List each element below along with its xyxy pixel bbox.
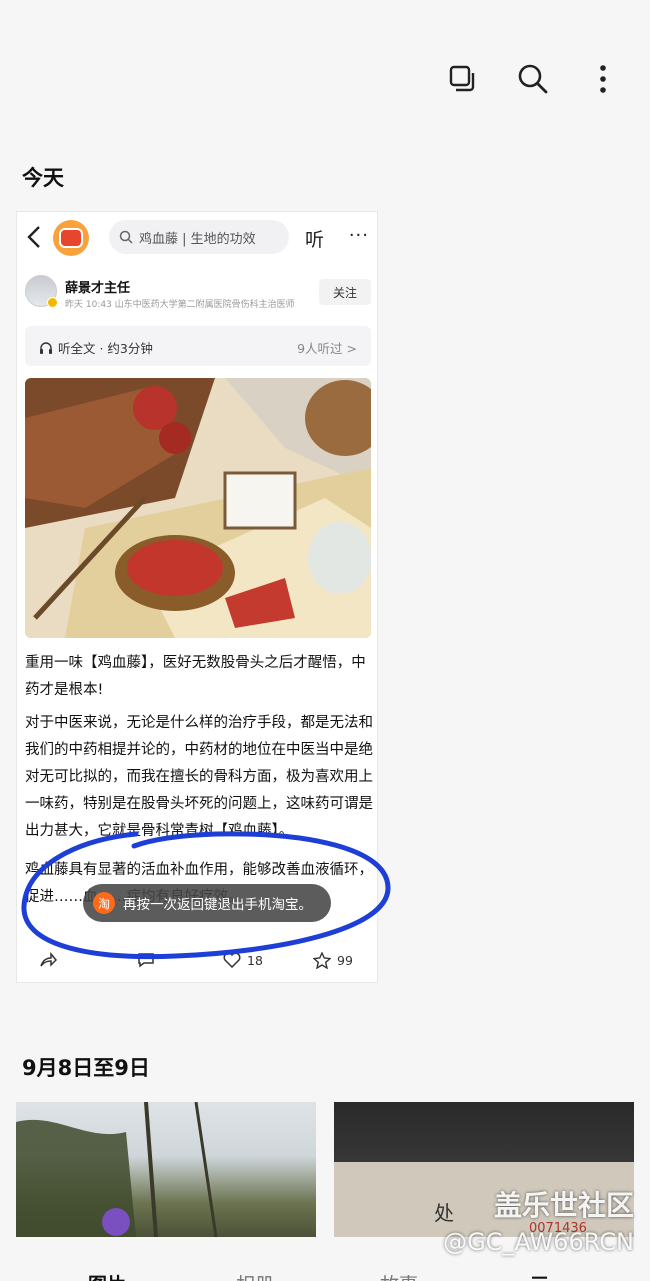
like-count: 18 xyxy=(247,952,263,968)
listen-full-bar[interactable]: 听全文 · 约3分钟 9人听过 > xyxy=(25,326,371,366)
star-icon xyxy=(313,952,331,969)
search-text: 鸡血藤 | 生地的功效 xyxy=(139,231,256,247)
search-icon[interactable] xyxy=(516,62,550,96)
photo-thumbnail-1[interactable] xyxy=(16,1102,316,1237)
star-count: 99 xyxy=(337,953,353,968)
like-button[interactable]: 18 xyxy=(223,952,263,968)
verified-badge-icon xyxy=(47,297,58,308)
watermark-handle: @GC_AW66RCN xyxy=(443,1228,634,1256)
bottom-tab-bar: 图片 相册 故事 三 xyxy=(0,1268,650,1281)
avatar[interactable] xyxy=(25,275,58,308)
back-arrow-icon[interactable] xyxy=(25,224,43,254)
follow-button[interactable]: 关注 xyxy=(319,279,371,305)
taobao-logo-icon: 淘 xyxy=(93,892,115,914)
listen-count: 9人听过 > xyxy=(297,341,357,356)
favorite-button[interactable]: 99 xyxy=(313,952,353,969)
screenshot-thumbnail[interactable]: 鸡血藤 | 生地的功效 听 ··· 薛景才主任 昨天 10:43 山东中医药大学… xyxy=(16,211,378,983)
article-header: 鸡血藤 | 生地的功效 听 ··· xyxy=(17,212,377,262)
tab-menu[interactable]: 三 xyxy=(530,1270,549,1281)
listen-button[interactable]: 听 xyxy=(305,225,324,252)
search-icon xyxy=(119,230,133,244)
toast-text: 再按一次返回键退出手机淘宝。 xyxy=(123,897,312,913)
article-image xyxy=(25,378,371,638)
watermark-title: 盖乐世社区 xyxy=(493,1189,634,1222)
tab-pictures[interactable]: 图片 xyxy=(88,1270,126,1281)
heart-icon xyxy=(223,952,241,968)
headphones-icon xyxy=(40,341,52,354)
top-action-bar xyxy=(446,62,620,96)
share-icon xyxy=(40,952,57,967)
more-vertical-icon[interactable] xyxy=(586,62,620,96)
select-copy-icon[interactable] xyxy=(446,62,480,96)
article-action-bar: 18 99 xyxy=(17,948,377,978)
app-logo-icon xyxy=(53,220,89,256)
search-input[interactable]: 鸡血藤 | 生地的功效 xyxy=(109,220,289,254)
author-meta: 昨天 10:43 山东中医药大学第二附属医院骨伤科主治医师 xyxy=(65,300,295,310)
article-paragraph-2: 对于中医来说，无论是什么样的治疗手段，都是无法和我们的中药相提并论的，中药材的地… xyxy=(25,715,373,839)
listen-full-label: 听全文 · 约3分钟 xyxy=(58,341,153,356)
tab-albums[interactable]: 相册 xyxy=(236,1270,274,1281)
more-horizontal-icon[interactable]: ··· xyxy=(349,225,369,246)
author-name[interactable]: 薛景才主任 xyxy=(65,277,130,296)
article-paragraph-1: 重用一味【鸡血藤】，医好无数股骨头之后才醒悟，中药才是根本! xyxy=(25,655,366,698)
author-row: 薛景才主任 昨天 10:43 山东中医药大学第二附属医院骨伤科主治医师 关注 xyxy=(25,275,371,311)
svg-text:处: 处 xyxy=(434,1201,454,1225)
section-title-today: 今天 xyxy=(22,166,64,190)
tab-stories[interactable]: 故事 xyxy=(380,1270,418,1281)
comment-button[interactable] xyxy=(137,952,155,968)
share-button[interactable] xyxy=(39,952,57,968)
exit-toast: 淘 再按一次返回键退出手机淘宝。 xyxy=(83,884,331,922)
comment-icon xyxy=(138,953,154,968)
section-title-date: 9月8日至9日 xyxy=(22,1056,150,1080)
